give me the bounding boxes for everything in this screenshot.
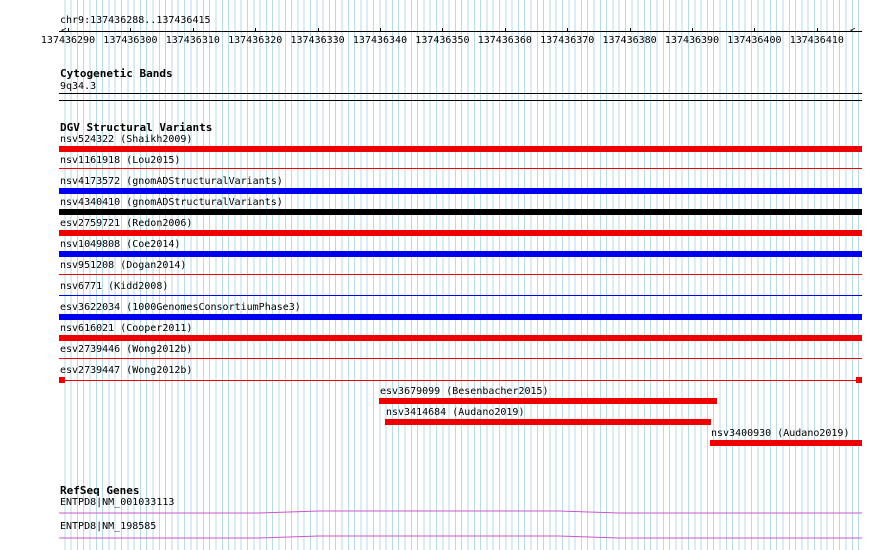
location-label: chr9:137436288..137436415	[60, 15, 211, 26]
variant-feature-bar[interactable]	[379, 398, 717, 404]
variant-feature-bar[interactable]	[59, 209, 862, 215]
variant-label: nsv951208 (Dogan2014)	[60, 260, 187, 271]
variant-label: nsv3400930 (Audano2019)	[711, 428, 850, 439]
variant-feature-line[interactable]	[59, 380, 862, 381]
variant-feature-line[interactable]	[59, 295, 862, 296]
ruler-tick-label: 137436370	[540, 35, 595, 46]
variant-feature-line[interactable]	[59, 168, 862, 169]
cytoband-label: 9q34.3	[60, 81, 97, 92]
genome-browser-panel: chr9:137436288..137436415 137436290 13743…	[0, 0, 890, 550]
variant-feature-bar[interactable]	[59, 188, 862, 194]
right-margin	[862, 0, 890, 550]
variant-label: esv2759721 (Redon2006)	[60, 218, 193, 229]
ruler-tick	[816, 28, 818, 32]
ruler-tick-label: 137436400	[727, 35, 782, 46]
ruler-line	[59, 31, 862, 32]
variant-label: nsv6771 (Kidd2008)	[60, 281, 169, 292]
ruler-tick	[442, 28, 444, 32]
variant-feature-bar[interactable]	[385, 419, 711, 425]
ruler-tick-label: 137436320	[228, 35, 283, 46]
dgv-track-title: DGV Structural Variants	[60, 121, 213, 134]
variant-feature-bar[interactable]	[710, 440, 862, 446]
variant-feature-line[interactable]	[59, 358, 862, 359]
variant-feature-bar[interactable]	[59, 314, 862, 320]
ruler-arrow-icon: <	[61, 26, 67, 36]
gene-model[interactable]	[59, 509, 862, 519]
variant-label: nsv1161918 (Lou2015)	[60, 155, 181, 166]
ruler-tick-label: 137436410	[789, 35, 844, 46]
refseq-track-title: RefSeq Genes	[60, 484, 140, 497]
variant-feature-bar[interactable]	[59, 230, 862, 236]
ruler-tick	[692, 28, 693, 32]
gene-intron-line	[59, 510, 862, 514]
ruler-tick	[192, 28, 194, 32]
gene-intron-line	[59, 535, 862, 539]
variant-label: esv3679099 (Besenbacher2015)	[380, 386, 549, 397]
cytoband-bar[interactable]	[59, 93, 862, 94]
variant-label: nsv3414684 (Audano2019)	[386, 407, 525, 418]
ruler-tick	[567, 28, 569, 32]
variant-end-block[interactable]	[856, 377, 862, 383]
ruler-tick	[317, 28, 319, 32]
ruler-tick-label: 137436290	[40, 35, 96, 46]
variant-label: esv2739447 (Wong2012b)	[60, 365, 193, 376]
ruler-tick-label: 137436360	[477, 35, 532, 46]
variant-label: nsv4173572 (gnomADStructuralVariants)	[60, 176, 283, 187]
variant-label: nsv616021 (Cooper2011)	[60, 323, 193, 334]
variant-feature-bar[interactable]	[59, 251, 862, 257]
ruler-tick-label: 137436350	[415, 35, 470, 46]
track-separator	[59, 100, 862, 101]
variant-label: esv2739446 (Wong2012b)	[60, 344, 193, 355]
gene-label: ENTPD8|NM_001033113	[60, 497, 175, 508]
ruler-tick	[130, 28, 132, 32]
gene-label: ENTPD8|NM_198585	[60, 521, 157, 532]
ruler-tick	[504, 28, 506, 32]
ruler-tick	[754, 28, 756, 32]
variant-feature-bar[interactable]	[59, 146, 862, 152]
variant-end-block[interactable]	[59, 377, 65, 383]
ruler-tick	[68, 28, 69, 32]
variant-label: nsv1049808 (Coe2014)	[60, 239, 181, 250]
variant-label: nsv4340410 (gnomADStructuralVariants)	[60, 197, 283, 208]
ruler-tick-label: 137436390	[664, 35, 720, 46]
gene-model[interactable]	[59, 533, 862, 543]
left-margin	[0, 0, 59, 550]
ruler-tick-label: 137436380	[602, 35, 657, 46]
ruler-tick-label: 137436330	[290, 35, 345, 46]
variant-feature-line[interactable]	[59, 274, 862, 275]
ruler-tick	[629, 28, 631, 32]
ruler-arrow-icon: <	[850, 26, 856, 36]
variant-feature-bar[interactable]	[59, 335, 862, 341]
cytoband-track-title: Cytogenetic Bands	[60, 67, 173, 80]
ruler-tick-label: 137436340	[352, 35, 408, 46]
ruler-tick	[380, 28, 381, 32]
ruler-tick-label: 137436310	[165, 35, 220, 46]
ruler-tick-label: 137436300	[103, 35, 158, 46]
variant-label: nsv524322 (Shaikh2009)	[60, 134, 193, 145]
ruler-tick	[255, 28, 257, 32]
variant-label: esv3622034 (1000GenomesConsortiumPhase3)	[60, 302, 301, 313]
